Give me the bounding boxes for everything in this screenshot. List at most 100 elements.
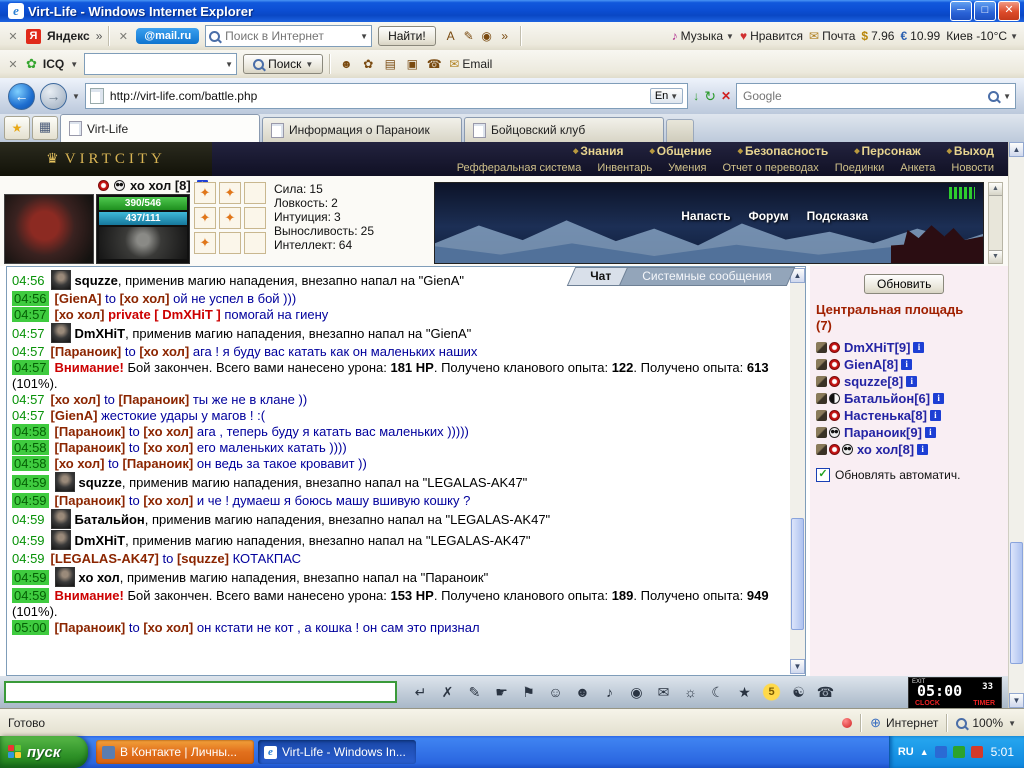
weather-widget[interactable]: Киев -10°C ▼ xyxy=(946,29,1018,43)
chevron-down-icon[interactable]: ▼ xyxy=(70,60,78,69)
nav-item[interactable]: Новости xyxy=(951,162,994,174)
mail-icon[interactable]: ✉ xyxy=(650,680,677,704)
language-switch-button[interactable]: En ▼ xyxy=(649,88,684,104)
scroll-down-arrow[interactable]: ▼ xyxy=(1009,693,1024,708)
close-button[interactable]: ✕ xyxy=(998,1,1020,21)
chat-input[interactable] xyxy=(4,681,397,703)
player-name[interactable]: GienA xyxy=(844,357,882,372)
url-input[interactable] xyxy=(107,88,646,104)
scroll-thumb[interactable] xyxy=(791,518,804,630)
eur-rate[interactable]: € 10.99 xyxy=(900,29,940,43)
chevron-down-icon[interactable]: ▼ xyxy=(360,32,368,41)
equipment-slot[interactable] xyxy=(194,182,216,204)
player-avatar-icon[interactable] xyxy=(54,567,75,587)
player-avatar-icon[interactable] xyxy=(50,323,71,343)
character-name[interactable]: хо хол [8] xyxy=(130,178,191,193)
scroll-up-arrow[interactable]: ▲ xyxy=(989,183,1002,196)
info-icon[interactable] xyxy=(906,376,918,387)
equipment-slot[interactable] xyxy=(244,232,266,254)
info-icon[interactable] xyxy=(917,444,929,455)
player-name[interactable]: squzze xyxy=(844,374,887,389)
tray-alert-icon[interactable] xyxy=(970,746,983,758)
enter-icon[interactable]: ↵ xyxy=(407,680,434,704)
equipment-slot[interactable] xyxy=(219,207,241,229)
mailru-logo[interactable]: @mail.ru xyxy=(136,28,200,44)
nav-item[interactable]: Безопасность xyxy=(738,144,828,158)
nav-item[interactable]: Выход xyxy=(947,144,994,158)
player-name[interactable]: Настенька xyxy=(844,408,911,423)
player-avatar-icon[interactable] xyxy=(54,472,75,492)
nav-item[interactable]: Общение xyxy=(649,144,712,158)
chevron-icon[interactable]: » xyxy=(96,29,103,43)
history-dropdown-icon[interactable]: ▼ xyxy=(72,92,80,101)
nav-item[interactable]: Знания xyxy=(573,144,623,158)
close-toolbar-icon[interactable]: ✕ xyxy=(6,30,20,43)
tray-shield-icon[interactable] xyxy=(952,746,965,758)
refresh-icon[interactable]: ↻ xyxy=(704,88,716,105)
player-name[interactable]: хо хол xyxy=(857,442,898,457)
page-scrollbar[interactable]: ▲ ▼ xyxy=(1008,142,1024,708)
yandex-search-input[interactable] xyxy=(223,28,358,44)
card-icon[interactable]: ▤ xyxy=(381,57,399,71)
phone-icon[interactable]: ☎ xyxy=(425,57,443,71)
player-name[interactable]: Батальйон xyxy=(844,391,914,406)
scroll-down-arrow[interactable]: ▼ xyxy=(989,250,1002,263)
forward-button[interactable]: → xyxy=(40,82,67,110)
close-toolbar-icon[interactable]: ✕ xyxy=(116,30,130,43)
forum-link[interactable]: Форум xyxy=(748,209,788,223)
more-chevron-icon[interactable]: » xyxy=(496,29,514,43)
clear-icon[interactable]: ✗ xyxy=(434,680,461,704)
music-icon[interactable]: ♪ xyxy=(596,680,623,704)
maximize-button[interactable]: □ xyxy=(974,1,996,21)
chevron-down-icon[interactable]: ▼ xyxy=(225,60,233,69)
gift-icon[interactable]: ✿ xyxy=(359,57,377,71)
nav-item[interactable]: Инвентарь xyxy=(597,162,652,174)
equipment-slot[interactable] xyxy=(194,232,216,254)
minimize-button[interactable]: ─ xyxy=(950,1,972,21)
player-avatar-icon[interactable] xyxy=(50,530,71,550)
pen-icon[interactable]: ✎ xyxy=(460,29,478,43)
search-icon[interactable] xyxy=(988,90,1000,102)
hint-link[interactable]: Подсказка xyxy=(807,209,868,223)
nav-item[interactable]: Поединки xyxy=(835,162,885,174)
tab-fight-club[interactable]: Бойцовский клуб xyxy=(464,117,664,142)
equipment-slot[interactable] xyxy=(194,207,216,229)
equipment-slot[interactable] xyxy=(244,182,266,204)
language-indicator[interactable]: RU xyxy=(898,746,914,758)
sun-icon[interactable]: ☼ xyxy=(677,680,704,704)
stop-icon[interactable]: ✕ xyxy=(721,89,731,103)
draw-icon[interactable]: ✎ xyxy=(461,680,488,704)
info-icon[interactable] xyxy=(924,427,936,438)
nav-item[interactable]: Отчет о переводах xyxy=(722,162,818,174)
find-button[interactable]: Найти! xyxy=(378,26,436,46)
coin-icon[interactable]: 5 xyxy=(758,680,785,704)
player-name[interactable]: Параноик xyxy=(844,425,906,440)
back-button[interactable]: ← xyxy=(8,82,35,110)
chat-scrollbar[interactable]: ▲ ▼ xyxy=(790,268,805,674)
like-button[interactable]: ♥ Нравится xyxy=(740,29,803,43)
refresh-button[interactable]: Обновить xyxy=(864,274,945,294)
screenshot-icon[interactable]: ◉ xyxy=(478,29,496,43)
player-avatar-icon[interactable] xyxy=(50,270,71,290)
favorites-star-icon[interactable]: ★ xyxy=(4,116,30,140)
icq-search-input[interactable] xyxy=(88,56,223,72)
point-icon[interactable]: ☛ xyxy=(488,680,515,704)
flag-icon[interactable]: ⚑ xyxy=(515,680,542,704)
info-icon[interactable] xyxy=(913,342,925,353)
tab-info-paranoik[interactable]: Информация о Параноик xyxy=(262,117,462,142)
contacts-icon[interactable]: ☻ xyxy=(337,57,355,71)
icq-label[interactable]: ICQ xyxy=(43,57,64,71)
scroll-down-arrow[interactable]: ▼ xyxy=(790,659,805,674)
icq-search-button[interactable]: Поиск ▼ xyxy=(243,54,324,74)
shield-icon[interactable]: ▣ xyxy=(403,57,421,71)
task-button[interactable]: Virt-Life - Windows In... xyxy=(258,740,416,764)
nav-item[interactable]: Персонаж xyxy=(854,144,921,158)
nav-item[interactable]: Умения xyxy=(668,162,706,174)
equipment-slot[interactable] xyxy=(244,207,266,229)
equipment-slot[interactable] xyxy=(219,232,241,254)
moon-icon[interactable]: ☾ xyxy=(704,680,731,704)
new-tab-stub[interactable] xyxy=(666,119,694,142)
chevron-down-icon[interactable]: ▼ xyxy=(1003,92,1011,101)
nav-item[interactable]: Рефферальная система xyxy=(457,162,582,174)
nav-item[interactable]: Анкета xyxy=(900,162,935,174)
